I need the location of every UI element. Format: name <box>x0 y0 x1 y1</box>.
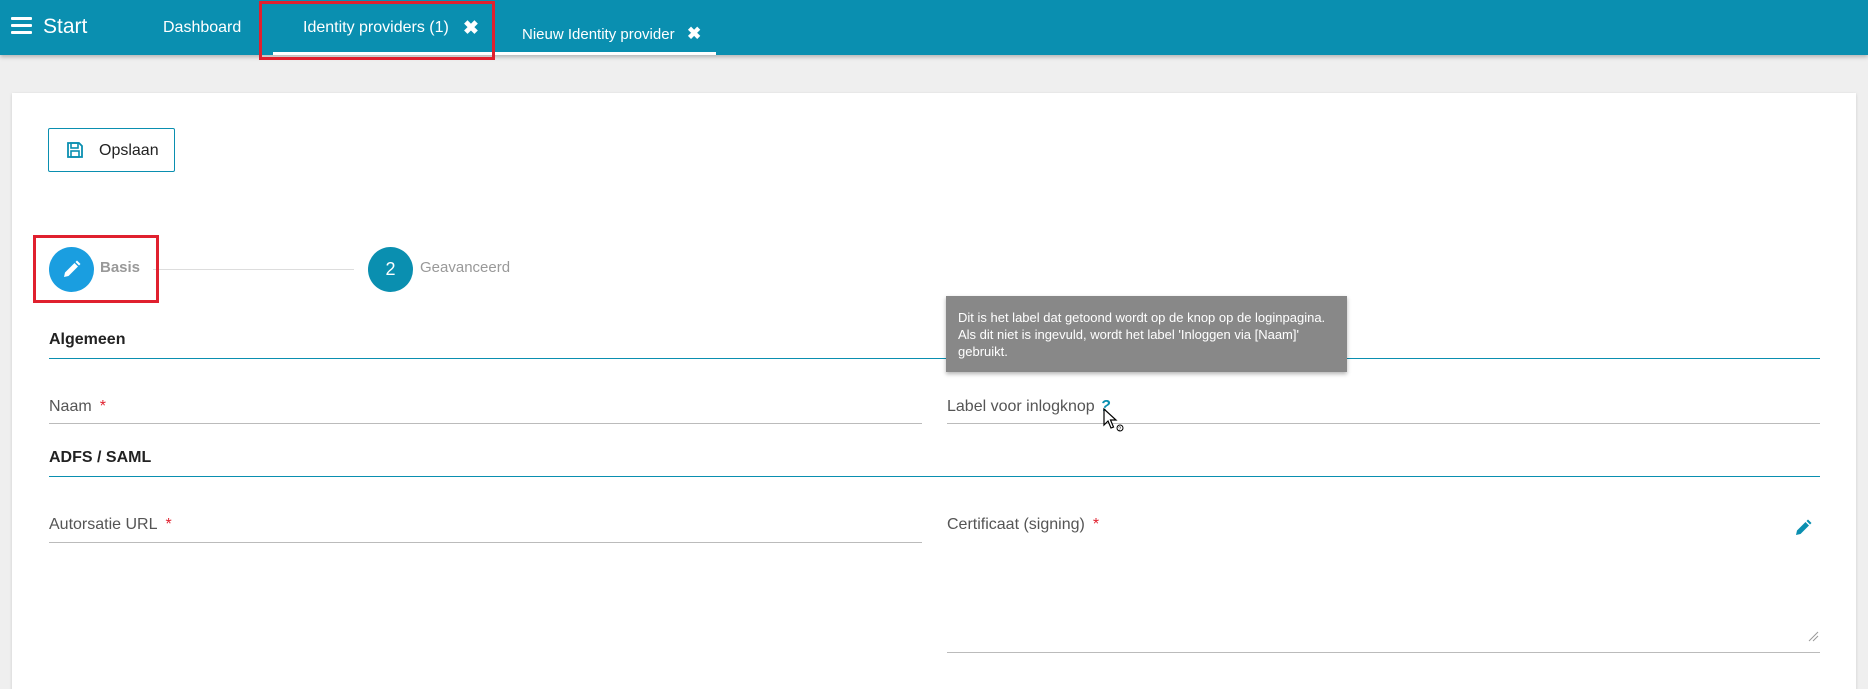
step-basis[interactable] <box>49 247 94 292</box>
floppy-disk-icon <box>67 142 83 158</box>
login-label-field-label: Label voor inlogknop? <box>947 398 1111 415</box>
certificate-textarea[interactable] <box>947 652 1820 653</box>
tab-new-identity-provider[interactable]: Nieuw Identity provider ✖ <box>507 0 716 55</box>
tab-label: Identity providers (1) <box>303 19 449 36</box>
close-icon[interactable]: ✖ <box>463 17 479 40</box>
section-divider <box>49 476 1820 477</box>
pencil-icon <box>64 260 81 277</box>
svg-text:?: ? <box>1118 427 1121 433</box>
edit-pencil-icon[interactable] <box>1794 519 1812 537</box>
step-geavanceerd[interactable]: 2 <box>368 247 413 292</box>
tab-dashboard[interactable]: Dashboard <box>163 19 241 37</box>
section-divider <box>49 358 1820 359</box>
help-tooltip: Dit is het label dat getoond wordt op de… <box>946 296 1347 372</box>
save-label: Opslaan <box>99 142 159 159</box>
auth-url-field-label: Autorsatie URL * <box>49 516 172 533</box>
hamburger-menu-icon[interactable] <box>11 17 32 34</box>
step-basis-label[interactable]: Basis <box>100 259 140 276</box>
login-label-input[interactable] <box>947 423 1820 424</box>
stepper-connector <box>153 269 354 270</box>
tab-label: Nieuw Identity provider <box>522 26 675 43</box>
tab-identity-providers[interactable]: Identity providers (1) ✖ <box>273 0 508 55</box>
save-button[interactable]: Opslaan <box>48 128 175 172</box>
resize-handle-icon[interactable] <box>1807 630 1819 642</box>
auth-url-input[interactable] <box>49 542 922 543</box>
name-input[interactable] <box>49 423 922 424</box>
main-card <box>12 93 1856 689</box>
section-title-general: Algemeen <box>49 331 126 348</box>
certificate-field-label: Certificaat (signing) * <box>947 516 1100 533</box>
start-link[interactable]: Start <box>43 15 87 39</box>
close-icon[interactable]: ✖ <box>687 24 701 44</box>
mouse-pointer-icon: ? <box>1103 408 1124 433</box>
name-field-label: Naam * <box>49 398 106 415</box>
section-title-adfs: ADFS / SAML <box>49 449 152 466</box>
top-bar: Start Dashboard Identity providers (1) ✖… <box>0 0 1868 55</box>
step-geavanceerd-label[interactable]: Geavanceerd <box>420 259 510 276</box>
